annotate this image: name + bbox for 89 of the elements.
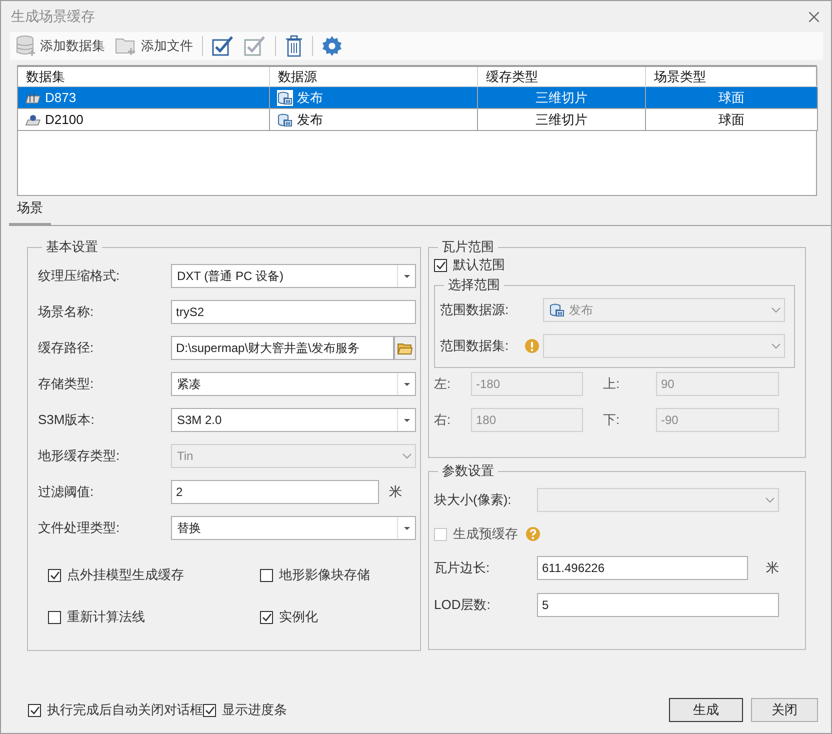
field-label: 文件处理类型: (38, 519, 121, 537)
chevron-icon (770, 307, 780, 313)
group-title: 瓦片范围 (441, 238, 495, 256)
group-title: 参数设置 (441, 462, 495, 480)
dropdown-arrow-icon (404, 274, 410, 278)
dialog-button[interactable]: 生成 (669, 698, 743, 722)
checkbox-label: 点外挂模型生成缓存 (67, 566, 184, 584)
folder-add-icon (115, 36, 137, 56)
unit-label: 米 (388, 483, 402, 501)
field-label: 场景名称: (38, 303, 95, 321)
field-label: 左: (434, 375, 452, 393)
table-cell[interactable]: 三维切片 (478, 87, 646, 109)
field-label: 地形缓存类型: (38, 447, 121, 465)
group-title: 选择范围 (447, 276, 501, 294)
tab[interactable]: 场景 (9, 199, 51, 225)
table-cell[interactable]: 发布 (270, 109, 478, 131)
dropdown-arrow-icon (404, 526, 410, 530)
dropdown[interactable]: DXT (普通 PC 设备) (171, 264, 416, 288)
folder-icon (397, 342, 414, 354)
field-label: 范围数据集: (440, 337, 509, 355)
checkbox[interactable] (260, 568, 273, 582)
group-title: 基本设置 (45, 238, 99, 256)
chevron-icon (402, 453, 412, 459)
chevron-icon (770, 343, 780, 349)
text-field[interactable]: tryS2 (171, 300, 416, 324)
checkbox-option[interactable]: 生成预缓存 (434, 525, 518, 543)
path-field[interactable]: D:\supermap\财大窨井盖\发布服务 (171, 336, 394, 360)
checkbox[interactable] (260, 610, 273, 624)
checkbox-label: 实例化 (279, 608, 318, 626)
field-label: 瓦片边长: (434, 559, 491, 577)
checkbox-label: 默认范围 (453, 256, 505, 274)
checkbox-option[interactable]: 实例化 (260, 608, 420, 626)
region-dataset-icon (25, 92, 41, 104)
dropdown[interactable]: 紧凑 (171, 372, 416, 396)
settings-icon (322, 36, 342, 56)
table-cell[interactable]: D873 (18, 87, 270, 109)
datasource-icon (277, 90, 293, 106)
dropdown-arrow-icon (404, 382, 410, 386)
table-cell[interactable]: 三维切片 (478, 109, 646, 131)
table-cell[interactable]: 发布 (270, 87, 478, 109)
dropdown[interactable]: S3M 2.0 (171, 408, 416, 432)
checkbox[interactable] (203, 704, 216, 716)
field-label: 存储类型: (38, 375, 95, 393)
field-label: 过滤阈值: (38, 483, 95, 501)
table-cell[interactable]: 球面 (646, 87, 818, 109)
field-label: 缓存路径: (38, 339, 95, 357)
datasource-icon (549, 302, 565, 318)
field-label: 纹理压缩格式: (38, 267, 121, 285)
close-icon[interactable] (809, 12, 819, 22)
database-add-icon (16, 35, 36, 57)
table-cell[interactable]: D2100 (18, 109, 270, 131)
dropdown-arrow-icon (404, 418, 410, 422)
checkbox-label: 生成预缓存 (453, 525, 518, 543)
field-label: LOD层数: (434, 596, 492, 614)
table-cell[interactable]: 球面 (646, 109, 818, 131)
checkbox-option[interactable]: 显示进度条 (203, 701, 287, 719)
field-label: 范围数据源: (440, 301, 509, 319)
toolbar-button[interactable]: 添加数据集 (13, 34, 108, 58)
checkbox-label: 重新计算法线 (67, 608, 145, 626)
trash-icon (285, 35, 303, 57)
text-field[interactable]: 611.496226 (537, 556, 748, 580)
dropdown[interactable]: 替换 (171, 516, 416, 540)
text-field[interactable]: 5 (537, 593, 779, 617)
field-label: 右: (434, 411, 452, 429)
checkbox-option[interactable]: 地形影像块存储 (260, 566, 420, 584)
chevron-icon (764, 497, 774, 503)
toolbar-button[interactable]: 添加文件 (112, 34, 196, 58)
checkbox[interactable] (434, 258, 447, 272)
point-dataset-icon (25, 114, 41, 126)
field-label: 块大小(像素): (434, 491, 512, 509)
text-field[interactable]: 2 (171, 480, 379, 504)
field-label: 下: (602, 411, 621, 429)
unit-label: 米 (765, 559, 779, 577)
checkbox-checked-icon (212, 35, 234, 57)
checkbox[interactable] (48, 610, 61, 624)
checkbox-option[interactable]: 重新计算法线 (48, 608, 260, 626)
checkbox-label: 显示进度条 (222, 701, 287, 719)
checkbox-option[interactable]: 默认范围 (434, 256, 795, 274)
checkbox-checked-icon (244, 35, 266, 57)
checkbox-label: 地形影像块存储 (279, 566, 370, 584)
dialog-button[interactable]: 关闭 (751, 698, 818, 722)
datasource-icon (277, 112, 293, 128)
field-label: 上: (602, 375, 621, 393)
browse-button[interactable] (394, 336, 416, 360)
checkbox[interactable] (28, 704, 41, 716)
window-title: 生成场景缓存 (11, 8, 95, 26)
checkbox[interactable] (48, 568, 61, 582)
checkbox-option[interactable]: 点外挂模型生成缓存 (48, 566, 260, 584)
field-label: S3M版本: (38, 411, 96, 429)
